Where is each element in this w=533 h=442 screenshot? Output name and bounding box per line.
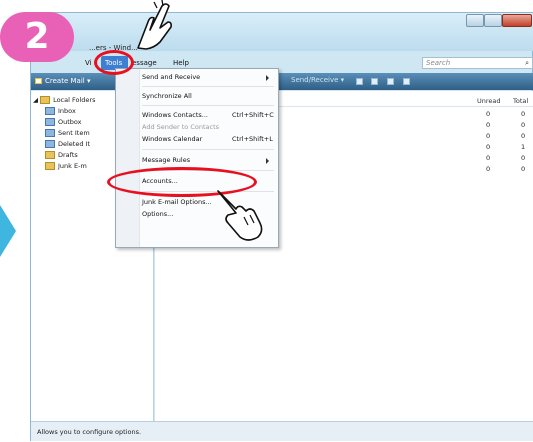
mail-window: ...ers - Wind... Vi Tools essage Help Se… — [30, 12, 533, 441]
feeds-icon[interactable] — [403, 78, 410, 85]
menu-item-message-rules[interactable]: Message Rules — [142, 155, 190, 166]
tools-highlight-ring — [94, 50, 134, 75]
tree-item-label: Junk E-m — [58, 162, 87, 170]
shortcut-calendar: Ctrl+Shift+L — [232, 135, 273, 143]
menu-item-junk-options[interactable]: Junk E-mail Options... — [142, 197, 212, 208]
tree-item-label: Drafts — [58, 151, 78, 159]
tree-item-label: Inbox — [58, 107, 76, 115]
total-count: 0 — [521, 154, 526, 162]
create-mail-button[interactable]: Create Mail ▾ — [35, 75, 90, 88]
total-count: 0 — [521, 165, 526, 173]
search-placeholder: Search — [426, 59, 451, 67]
send-receive-label: Send/Receive — [291, 76, 339, 84]
tree-item-sent[interactable]: Sent Item — [45, 128, 90, 138]
folder-icon[interactable] — [387, 78, 394, 85]
menu-separator — [142, 149, 274, 150]
menu-separator — [142, 105, 274, 106]
shortcut-contacts: Ctrl+Shift+C — [232, 111, 274, 119]
total-count: 1 — [521, 143, 526, 151]
menu-item-windows-contacts[interactable]: Windows Contacts... — [142, 110, 208, 121]
pointing-hand-icon — [137, 0, 172, 50]
envelope-icon — [35, 78, 42, 84]
search-input[interactable]: Search ⌕ — [422, 57, 533, 69]
search-icon[interactable]: ⌕ — [525, 58, 529, 68]
minimize-button[interactable] — [466, 14, 484, 27]
expand-icon[interactable]: ◢ — [33, 96, 40, 104]
outbox-icon — [45, 118, 55, 126]
column-total[interactable]: Total — [513, 97, 528, 105]
menu-item-add-sender: Add Sender to Contacts — [142, 123, 220, 131]
junk-icon — [45, 162, 55, 170]
unread-count: 0 — [486, 154, 491, 162]
folder-icon — [40, 96, 51, 104]
submenu-arrow-icon — [266, 75, 269, 81]
inbox-icon — [45, 107, 55, 115]
column-unread[interactable]: Unread — [477, 97, 501, 105]
tree-item-outbox[interactable]: Outbox — [45, 117, 82, 127]
unread-count: 0 — [486, 121, 491, 129]
tree-item-inbox[interactable]: Inbox — [45, 106, 76, 116]
address-book-icon[interactable] — [356, 78, 363, 85]
tree-item-deleted[interactable]: Deleted It — [45, 139, 90, 149]
total-count: 0 — [521, 110, 526, 118]
tree-item-label: Outbox — [58, 118, 82, 126]
toolbar: Create Mail ▾ Send/Receive ▾ — [31, 73, 533, 90]
tree-item-drafts[interactable]: Drafts — [45, 150, 78, 160]
unread-count: 0 — [486, 132, 491, 140]
total-count: 0 — [521, 121, 526, 129]
menu-item-send-receive[interactable]: Send and Receive — [142, 72, 200, 83]
menu-item-windows-calendar[interactable]: Windows Calendar — [142, 134, 202, 145]
menu-item-options[interactable]: Options... — [142, 209, 173, 220]
tree-item-junk[interactable]: Junk E-m — [45, 161, 87, 171]
drafts-icon — [45, 151, 55, 159]
status-bar: Allows you to configure options. — [31, 421, 533, 441]
unread-count: 0 — [486, 165, 491, 173]
menu-gutter — [116, 69, 140, 247]
tree-root-label: Local Folders — [53, 96, 96, 104]
unread-count: 0 — [486, 143, 491, 151]
total-count: 0 — [521, 132, 526, 140]
deleted-items-icon — [45, 140, 55, 148]
create-mail-label: Create Mail — [45, 77, 85, 85]
tree-item-label: Deleted It — [58, 140, 91, 148]
submenu-arrow-icon — [266, 158, 269, 164]
close-button[interactable] — [502, 14, 532, 27]
calendar-icon[interactable] — [371, 78, 378, 85]
chevron-down-icon[interactable]: ▾ — [87, 77, 91, 85]
tree-item-label: Sent Item — [58, 129, 90, 137]
step-badge: 2 — [0, 12, 74, 62]
tree-root[interactable]: ◢ Local Folders — [33, 95, 95, 105]
menu-item-synchronize-all[interactable]: Synchronize All — [142, 91, 192, 102]
sent-items-icon — [45, 129, 55, 137]
pointing-hand-icon — [217, 190, 263, 241]
maximize-button[interactable] — [484, 14, 502, 27]
menu-separator — [142, 86, 274, 87]
unread-count: 0 — [486, 110, 491, 118]
step-arrow — [0, 205, 16, 257]
send-receive-button[interactable]: Send/Receive ▾ — [291, 76, 344, 84]
